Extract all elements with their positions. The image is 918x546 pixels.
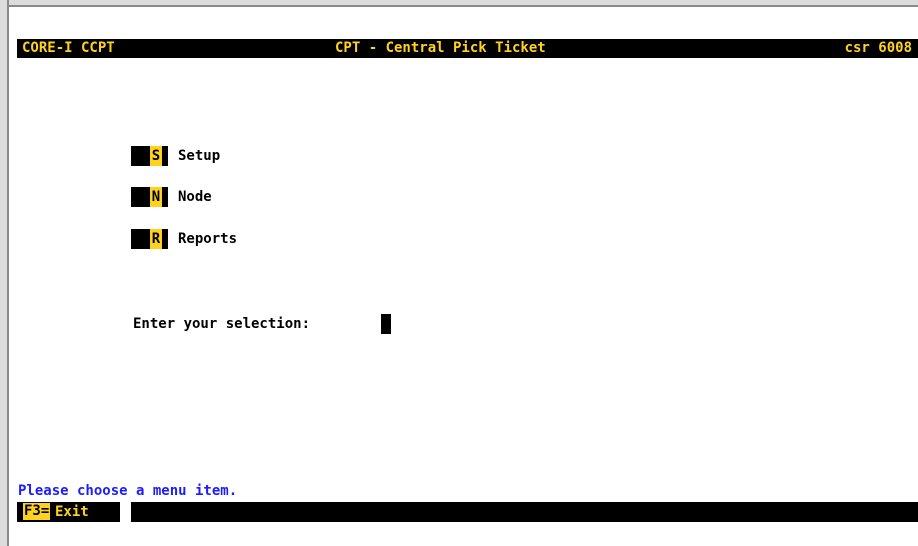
screen-title: CPT - Central Pick Ticket xyxy=(335,40,546,56)
selection-input[interactable] xyxy=(381,314,391,334)
menu-key-s: S xyxy=(150,146,162,166)
menu-key-r: R xyxy=(150,229,162,249)
status-message: Please choose a menu item. xyxy=(18,483,238,499)
menu-item-label: Node xyxy=(178,189,212,205)
function-key-bar xyxy=(131,502,918,522)
menu-item-label: Setup xyxy=(178,148,221,164)
system-name: CORE-I CCPT xyxy=(22,40,115,56)
window-frame-left xyxy=(0,0,9,546)
menu-key-n: N xyxy=(150,187,162,207)
menu-key-badge[interactable]: S xyxy=(131,146,168,166)
session-id: csr 6008 xyxy=(844,40,912,56)
selection-prompt: Enter your selection: xyxy=(133,316,311,332)
title-bar: CORE-I CCPT CPT - Central Pick Ticket cs… xyxy=(17,39,918,58)
function-key-label: Exit xyxy=(55,504,89,520)
window-frame-top xyxy=(0,0,918,7)
function-key-f3: F3= xyxy=(23,503,51,520)
menu-key-badge[interactable]: R xyxy=(131,229,168,249)
f3-exit-button[interactable]: F3= Exit xyxy=(17,502,120,522)
menu-key-badge[interactable]: N xyxy=(131,187,168,207)
menu-item-label: Reports xyxy=(178,231,238,247)
